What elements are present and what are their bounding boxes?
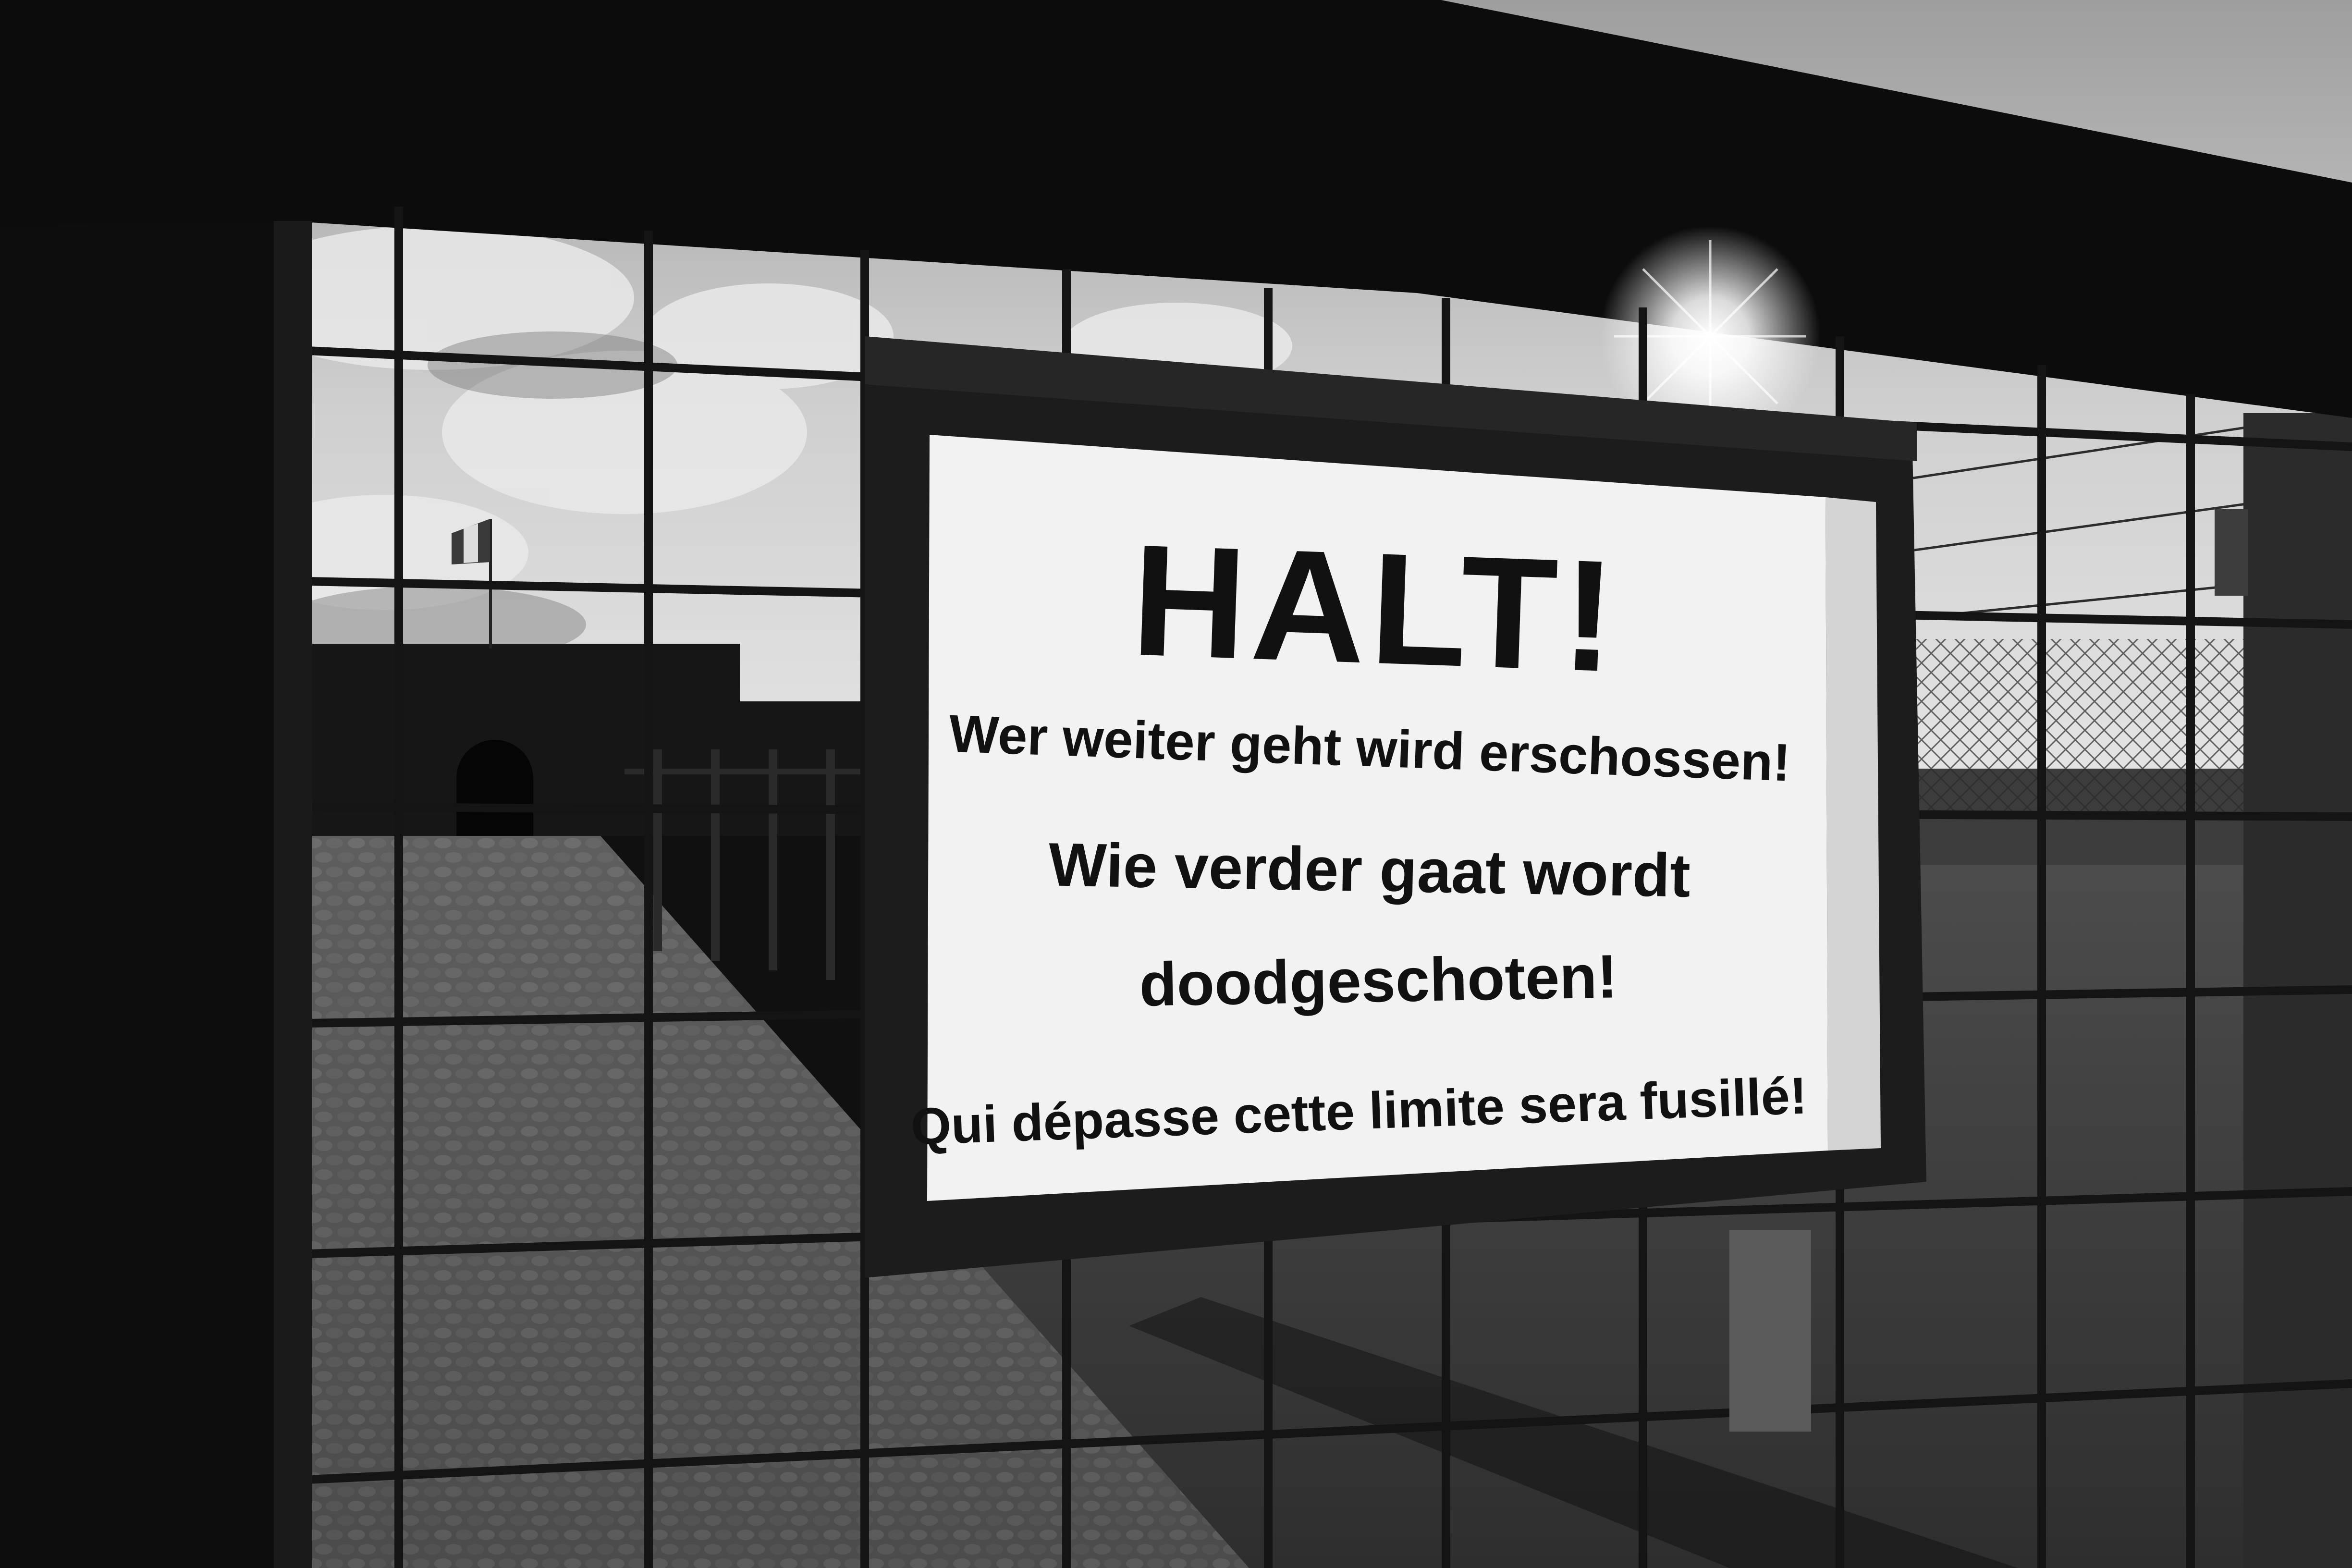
sign-headline: HALT!: [1129, 511, 1622, 705]
chainlink-fence: [1898, 639, 2282, 812]
sign-line-dutch-1: Wie verder gaat wordt: [1048, 830, 1691, 910]
photo-scene: HALT! Wer weiter geht wird erschossen! W…: [0, 0, 2352, 1568]
sign-post: [1729, 1230, 1811, 1432]
left-gate-post: [0, 0, 307, 1568]
sign-line-dutch-2: doodgeschoten!: [1139, 942, 1618, 1019]
